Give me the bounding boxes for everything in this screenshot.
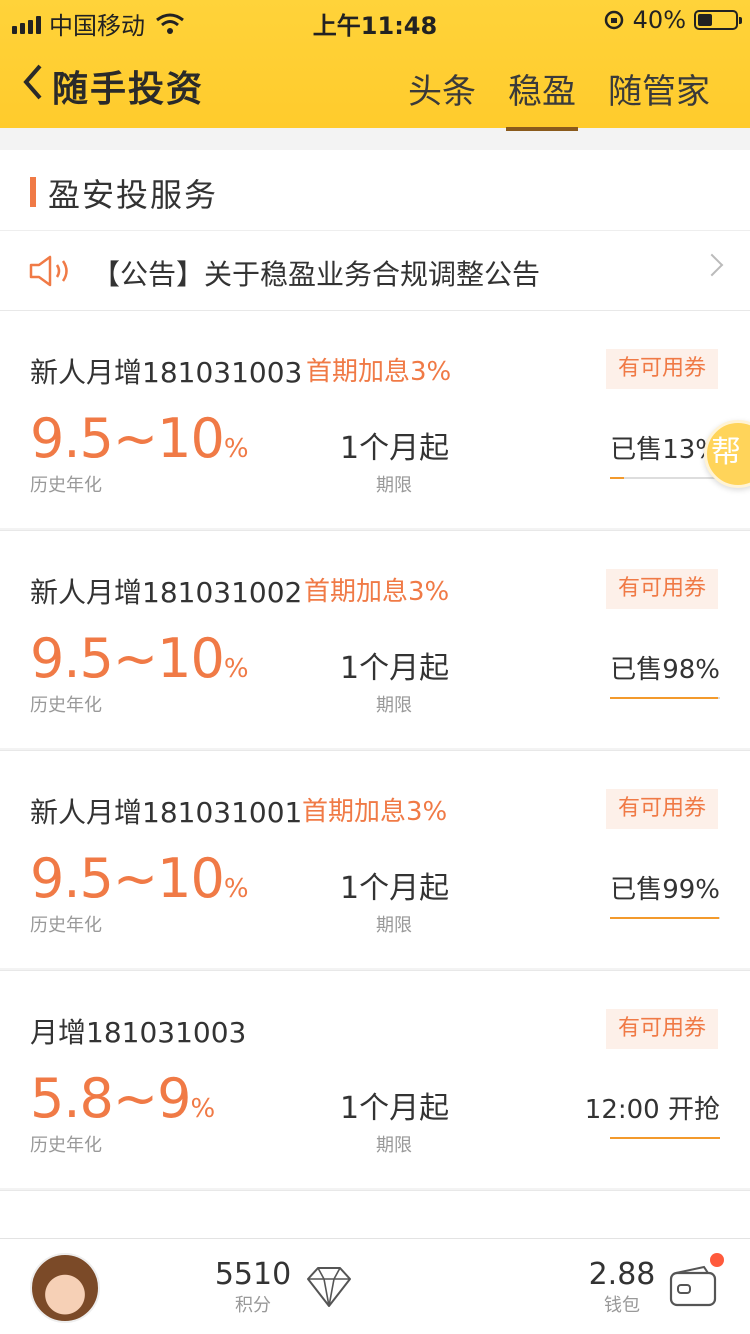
product-name: 月增181031003 [30, 1016, 247, 1049]
sold-progress [610, 697, 720, 699]
term-label: 期限 [376, 475, 412, 496]
term-value: 1个月起 [340, 651, 450, 686]
bonus-tag: 首期加息3% [302, 797, 448, 827]
page-title: 随手投资 [52, 69, 205, 110]
sold-progress [610, 917, 720, 919]
bottom-bar: 5510 积分 2.88 钱包 [0, 1238, 750, 1334]
section-accent-bar [30, 177, 36, 207]
back-arrow-icon[interactable] [18, 62, 48, 102]
coupon-badge: 有可用券 [606, 789, 718, 829]
rate-label: 历史年化 [30, 695, 102, 716]
rate-label: 历史年化 [30, 915, 102, 936]
tab-bar: 头条 稳盈 随管家 [408, 64, 710, 131]
wallet-label: 钱包 [604, 1295, 640, 1316]
section-header: 盈安投服务 [0, 150, 750, 230]
tab-suiguanjia[interactable]: 随管家 [608, 64, 710, 127]
rate-value: 5.8~9% [30, 1067, 215, 1130]
status-bar: 中国移动 上午11:48 40% [0, 0, 750, 40]
notice-bar[interactable]: 【公告】关于稳盈业务合规调整公告 [0, 230, 750, 310]
bonus-tag: 首期加息3% [304, 577, 450, 607]
coupon-badge: 有可用券 [606, 569, 718, 609]
coupon-badge: 有可用券 [606, 349, 718, 389]
term-value: 1个月起 [340, 871, 450, 906]
points-value: 5510 [214, 1257, 292, 1292]
rate-label: 历史年化 [30, 1135, 102, 1156]
avatar[interactable] [30, 1253, 100, 1323]
term-label: 期限 [376, 695, 412, 716]
app-header: 中国移动 上午11:48 40% 随手投资 头条 稳盈 随管家 [0, 0, 750, 131]
rate-value: 9.5~10% [30, 407, 249, 470]
rate-value: 9.5~10% [30, 627, 249, 690]
wallet-balance: 2.88 [588, 1257, 656, 1292]
sold-status: 已售99% [610, 875, 720, 905]
status-right: 40% [603, 6, 742, 34]
battery-icon [694, 10, 742, 30]
wallet-icon[interactable] [668, 1265, 718, 1309]
purchase-status: 12:00 开抢 [584, 1095, 720, 1125]
product-card[interactable]: 新人月增181031003 首期加息3% 有可用券 9.5~10% 历史年化 1… [0, 310, 750, 528]
rate-label: 历史年化 [30, 475, 102, 496]
speaker-icon [29, 255, 68, 287]
term-label: 期限 [376, 1135, 412, 1156]
points-block[interactable]: 5510 积分 [210, 1259, 296, 1317]
notice-text: 【公告】关于稳盈业务合规调整公告 [92, 258, 541, 291]
sold-progress [610, 477, 720, 479]
product-name: 新人月增181031001 [30, 796, 303, 829]
notification-dot [710, 1253, 724, 1267]
product-card[interactable]: 新人月增181031002 首期加息3% 有可用券 9.5~10% 历史年化 1… [0, 530, 750, 748]
term-value: 1个月起 [340, 431, 450, 466]
product-name: 新人月增181031003 [30, 356, 303, 389]
rate-value: 9.5~10% [30, 847, 249, 910]
diamond-icon[interactable] [304, 1265, 354, 1309]
term-label: 期限 [376, 915, 412, 936]
product-card[interactable]: 新人月增181031001 首期加息3% 有可用券 9.5~10% 历史年化 1… [0, 750, 750, 968]
product-card[interactable]: 月增181031003 有可用券 5.8~9% 历史年化 1个月起 期限 12:… [0, 970, 750, 1188]
coupon-badge: 有可用券 [606, 1009, 718, 1049]
rotation-lock-icon [604, 10, 623, 30]
sold-status: 已售98% [610, 655, 720, 685]
wallet-block[interactable]: 2.88 钱包 [584, 1259, 660, 1317]
chevron-right-icon [700, 253, 724, 277]
status-underline [610, 1137, 720, 1139]
battery-text: 40% [632, 6, 686, 34]
product-name: 新人月增181031002 [30, 576, 303, 609]
bonus-tag: 首期加息3% [306, 357, 452, 387]
tab-wenying[interactable]: 稳盈 [506, 64, 578, 131]
tab-toutiao[interactable]: 头条 [408, 64, 476, 127]
nav-bar: 随手投资 头条 稳盈 随管家 [0, 50, 750, 131]
section-title: 盈安投服务 [48, 176, 219, 214]
term-value: 1个月起 [340, 1091, 450, 1126]
points-label: 积分 [235, 1295, 271, 1316]
